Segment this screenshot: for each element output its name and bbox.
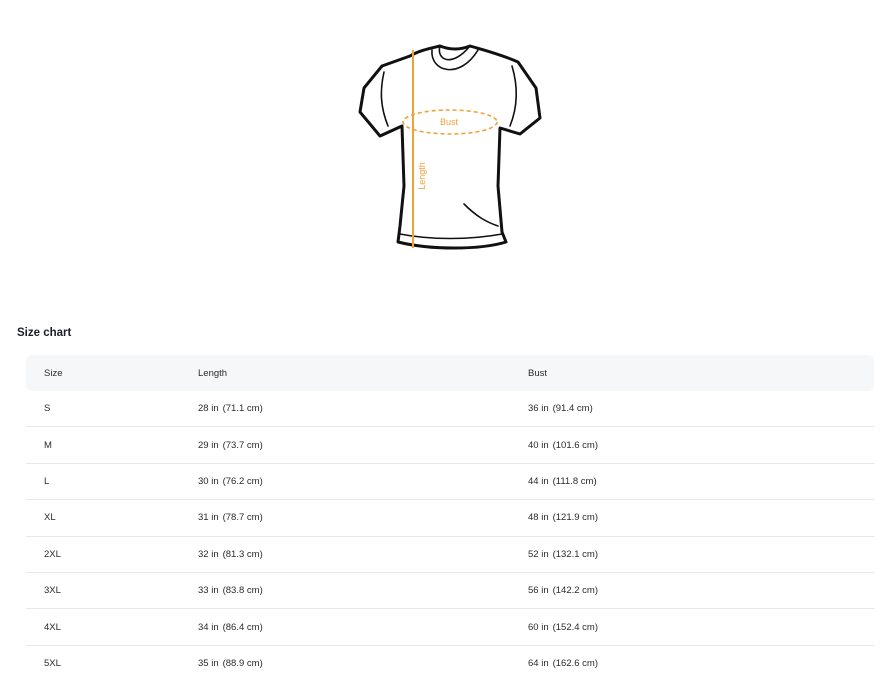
size-cell: M: [26, 426, 198, 464]
length-cell: 32 in (81.3 cm): [198, 536, 528, 573]
table-row: S 28 in (71.1 cm) 36 in (91.4 cm): [26, 391, 874, 428]
length-inches: 29 in: [198, 439, 219, 451]
length-centimeters: (86.4 cm): [222, 621, 263, 633]
table-row: 5XL 35 in (88.9 cm) 64 in (162.6 cm): [26, 645, 874, 681]
table-header-row: Size Length Bust: [26, 355, 874, 391]
length-centimeters: (73.7 cm): [222, 439, 263, 451]
length-centimeters: (71.1 cm): [222, 403, 263, 415]
table-row: 2XL 32 in (81.3 cm) 52 in (132.1 cm): [26, 536, 874, 573]
size-cell: L: [26, 463, 198, 501]
bust-centimeters: (142.2 cm): [552, 585, 599, 597]
length-centimeters: (88.9 cm): [222, 657, 263, 669]
bust-centimeters: (101.6 cm): [552, 439, 599, 451]
bust-label: Bust: [440, 117, 459, 127]
tshirt-icon: Bust Length: [358, 44, 542, 250]
size-cell: 2XL: [26, 536, 198, 573]
table-row: 3XL 33 in (83.8 cm) 56 in (142.2 cm): [26, 572, 874, 610]
bust-inches: 36 in: [528, 403, 549, 415]
bust-cell: 36 in (91.4 cm): [528, 391, 874, 428]
length-centimeters: (78.7 cm): [222, 512, 263, 524]
bust-centimeters: (152.4 cm): [552, 621, 599, 633]
size-chart-table: Size Length Bust S 28 in (71.1 cm) 36 in (91…: [26, 355, 874, 681]
length-cell: 33 in (83.8 cm): [198, 572, 528, 610]
size-cell: S: [26, 391, 198, 428]
bust-centimeters: (91.4 cm): [552, 403, 593, 415]
bust-cell: 44 in (111.8 cm): [528, 463, 874, 501]
bust-cell: 60 in (152.4 cm): [528, 608, 874, 646]
bust-inches: 60 in: [528, 621, 549, 633]
column-header-size: Size: [44, 367, 63, 379]
bust-cell: 56 in (142.2 cm): [528, 572, 874, 610]
length-inches: 28 in: [198, 403, 219, 415]
tshirt-measurement-diagram: Bust Length: [340, 36, 560, 266]
size-chart-title: Size chart: [17, 327, 72, 339]
table-body: S 28 in (71.1 cm) 36 in (91.4 cm) M 29 in (73.7…: [26, 391, 874, 681]
size-cell: 4XL: [26, 608, 198, 646]
length-cell: 29 in (73.7 cm): [198, 426, 528, 464]
length-centimeters: (76.2 cm): [222, 475, 263, 487]
column-header-bust: Bust: [528, 367, 548, 379]
length-inches: 33 in: [198, 585, 219, 597]
bust-centimeters: (132.1 cm): [552, 548, 599, 560]
bust-centimeters: (111.8 cm): [552, 475, 597, 487]
size-chart-table-container: Size Length Bust S 28 in (71.1 cm) 36 in (91…: [26, 355, 874, 681]
bust-inches: 40 in: [528, 439, 549, 451]
size-cell: 5XL: [44, 657, 61, 669]
length-cell: 31 in (78.7 cm): [198, 499, 528, 537]
size-cell: 3XL: [26, 572, 198, 610]
bust-inches: 64 in: [528, 657, 549, 669]
length-label: Length: [417, 162, 427, 190]
length-inches: 34 in: [198, 621, 219, 633]
bust-inches: 52 in: [528, 548, 549, 560]
length-inches: 31 in: [198, 512, 219, 524]
length-cell: 30 in (76.2 cm): [198, 463, 528, 501]
bust-cell: 48 in (121.9 cm): [528, 499, 874, 537]
length-centimeters: (83.8 cm): [222, 585, 263, 597]
size-cell: XL: [26, 499, 198, 537]
bust-inches: 56 in: [528, 585, 549, 597]
length-cell: 28 in (71.1 cm): [198, 391, 528, 428]
bust-centimeters: (162.6 cm): [552, 657, 599, 669]
column-header-length: Length: [198, 367, 228, 379]
bust-cell: 52 in (132.1 cm): [528, 536, 874, 573]
table-row: 4XL 34 in (86.4 cm) 60 in (152.4 cm): [26, 608, 874, 646]
table-row: M 29 in (73.7 cm) 40 in (101.6 cm): [26, 426, 874, 464]
table-row: XL 31 in (78.7 cm) 48 in (121.9 cm): [26, 499, 874, 537]
length-inches: 30 in: [198, 475, 219, 487]
bust-cell: 40 in (101.6 cm): [528, 426, 874, 464]
bust-inches: 48 in: [528, 512, 549, 524]
bust-centimeters: (121.9 cm): [552, 512, 599, 524]
length-inches: 35 in: [198, 657, 219, 669]
bust-cell: 64 in (162.6 cm): [528, 645, 874, 681]
bust-inches: 44 in: [528, 475, 549, 487]
length-cell: 34 in (86.4 cm): [198, 608, 528, 646]
length-cell: 35 in (88.9 cm): [198, 645, 528, 681]
length-centimeters: (81.3 cm): [222, 548, 263, 560]
length-inches: 32 in: [198, 548, 219, 560]
table-row: L 30 in (76.2 cm) 44 in (111.8 cm): [26, 463, 874, 501]
